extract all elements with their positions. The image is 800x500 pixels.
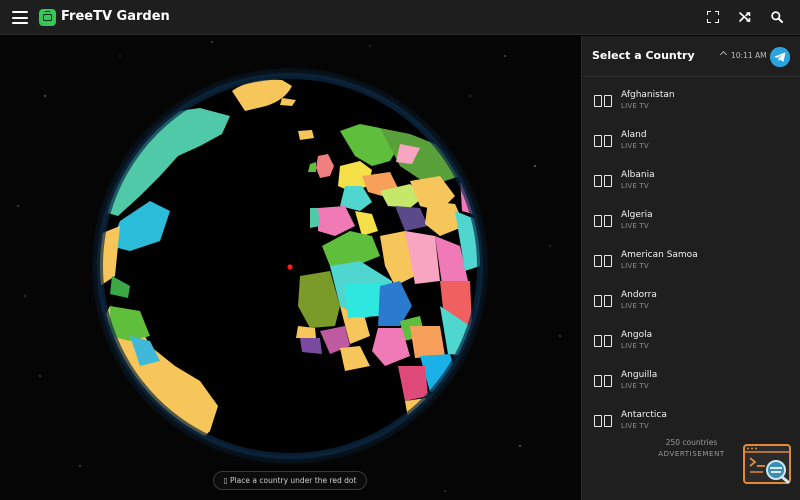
app-title: FreeTV Garden: [61, 9, 170, 24]
flag-icon: [594, 295, 612, 308]
country-panel: Select a Country 10:11 AM Afghanistan LI…: [581, 36, 800, 500]
red-dot-marker: [287, 264, 293, 270]
country-subtitle: LIVE TV: [621, 382, 649, 390]
country-name: Algeria: [621, 210, 653, 220]
clock-time: 10:11 AM: [731, 51, 767, 60]
country-name: Anguilla: [621, 370, 658, 380]
hamburger-icon[interactable]: [12, 11, 28, 24]
flag-icon: [594, 135, 612, 148]
country-item[interactable]: Afghanistan LIVE TV: [582, 86, 800, 126]
globe-canvas[interactable]: [0, 36, 580, 500]
country-subtitle: LIVE TV: [621, 182, 649, 190]
flag-icon: [594, 415, 612, 428]
globe-viewport[interactable]: [0, 36, 580, 500]
country-name: Andorra: [621, 290, 657, 300]
chevron-up-icon[interactable]: [719, 50, 728, 59]
country-name: American Samoa: [621, 250, 698, 260]
flag-icon: [594, 375, 612, 388]
country-subtitle: LIVE TV: [621, 142, 649, 150]
country-name: Albania: [621, 170, 655, 180]
country-subtitle: LIVE TV: [621, 342, 649, 350]
country-name: Antarctica: [621, 410, 667, 420]
ad-badge-icon[interactable]: [743, 444, 791, 484]
country-subtitle: LIVE TV: [621, 302, 649, 310]
country-name: Afghanistan: [621, 90, 675, 100]
telegram-icon[interactable]: [770, 47, 790, 67]
flag-icon: [594, 175, 612, 188]
country-subtitle: LIVE TV: [621, 222, 649, 230]
country-item[interactable]: Aland LIVE TV: [582, 126, 800, 166]
panel-header: Select a Country 10:11 AM: [582, 36, 800, 77]
country-item[interactable]: Albania LIVE TV: [582, 166, 800, 206]
country-list: Afghanistan LIVE TV Aland LIVE TV Albani…: [582, 86, 800, 446]
country-subtitle: LIVE TV: [621, 422, 649, 430]
country-name: Aland: [621, 130, 647, 140]
globe-hint-pill: ▯ Place a country under the red dot: [213, 471, 367, 490]
flag-icon: [594, 215, 612, 228]
country-item[interactable]: Andorra LIVE TV: [582, 286, 800, 326]
panel-title: Select a Country: [592, 49, 695, 62]
top-bar: FreeTV Garden: [0, 0, 800, 35]
country-subtitle: LIVE TV: [621, 102, 649, 110]
country-name: Angola: [621, 330, 653, 340]
flag-icon: [594, 255, 612, 268]
fullscreen-icon[interactable]: [706, 10, 720, 24]
shuffle-icon[interactable]: [738, 10, 752, 24]
flag-icon: [594, 95, 612, 108]
flag-icon: [594, 335, 612, 348]
country-subtitle: LIVE TV: [621, 262, 649, 270]
search-icon[interactable]: [770, 10, 784, 24]
tv-logo-icon: [39, 9, 56, 26]
country-item[interactable]: Angola LIVE TV: [582, 326, 800, 366]
country-item[interactable]: Anguilla LIVE TV: [582, 366, 800, 406]
country-item[interactable]: American Samoa LIVE TV: [582, 246, 800, 286]
country-item[interactable]: Algeria LIVE TV: [582, 206, 800, 246]
